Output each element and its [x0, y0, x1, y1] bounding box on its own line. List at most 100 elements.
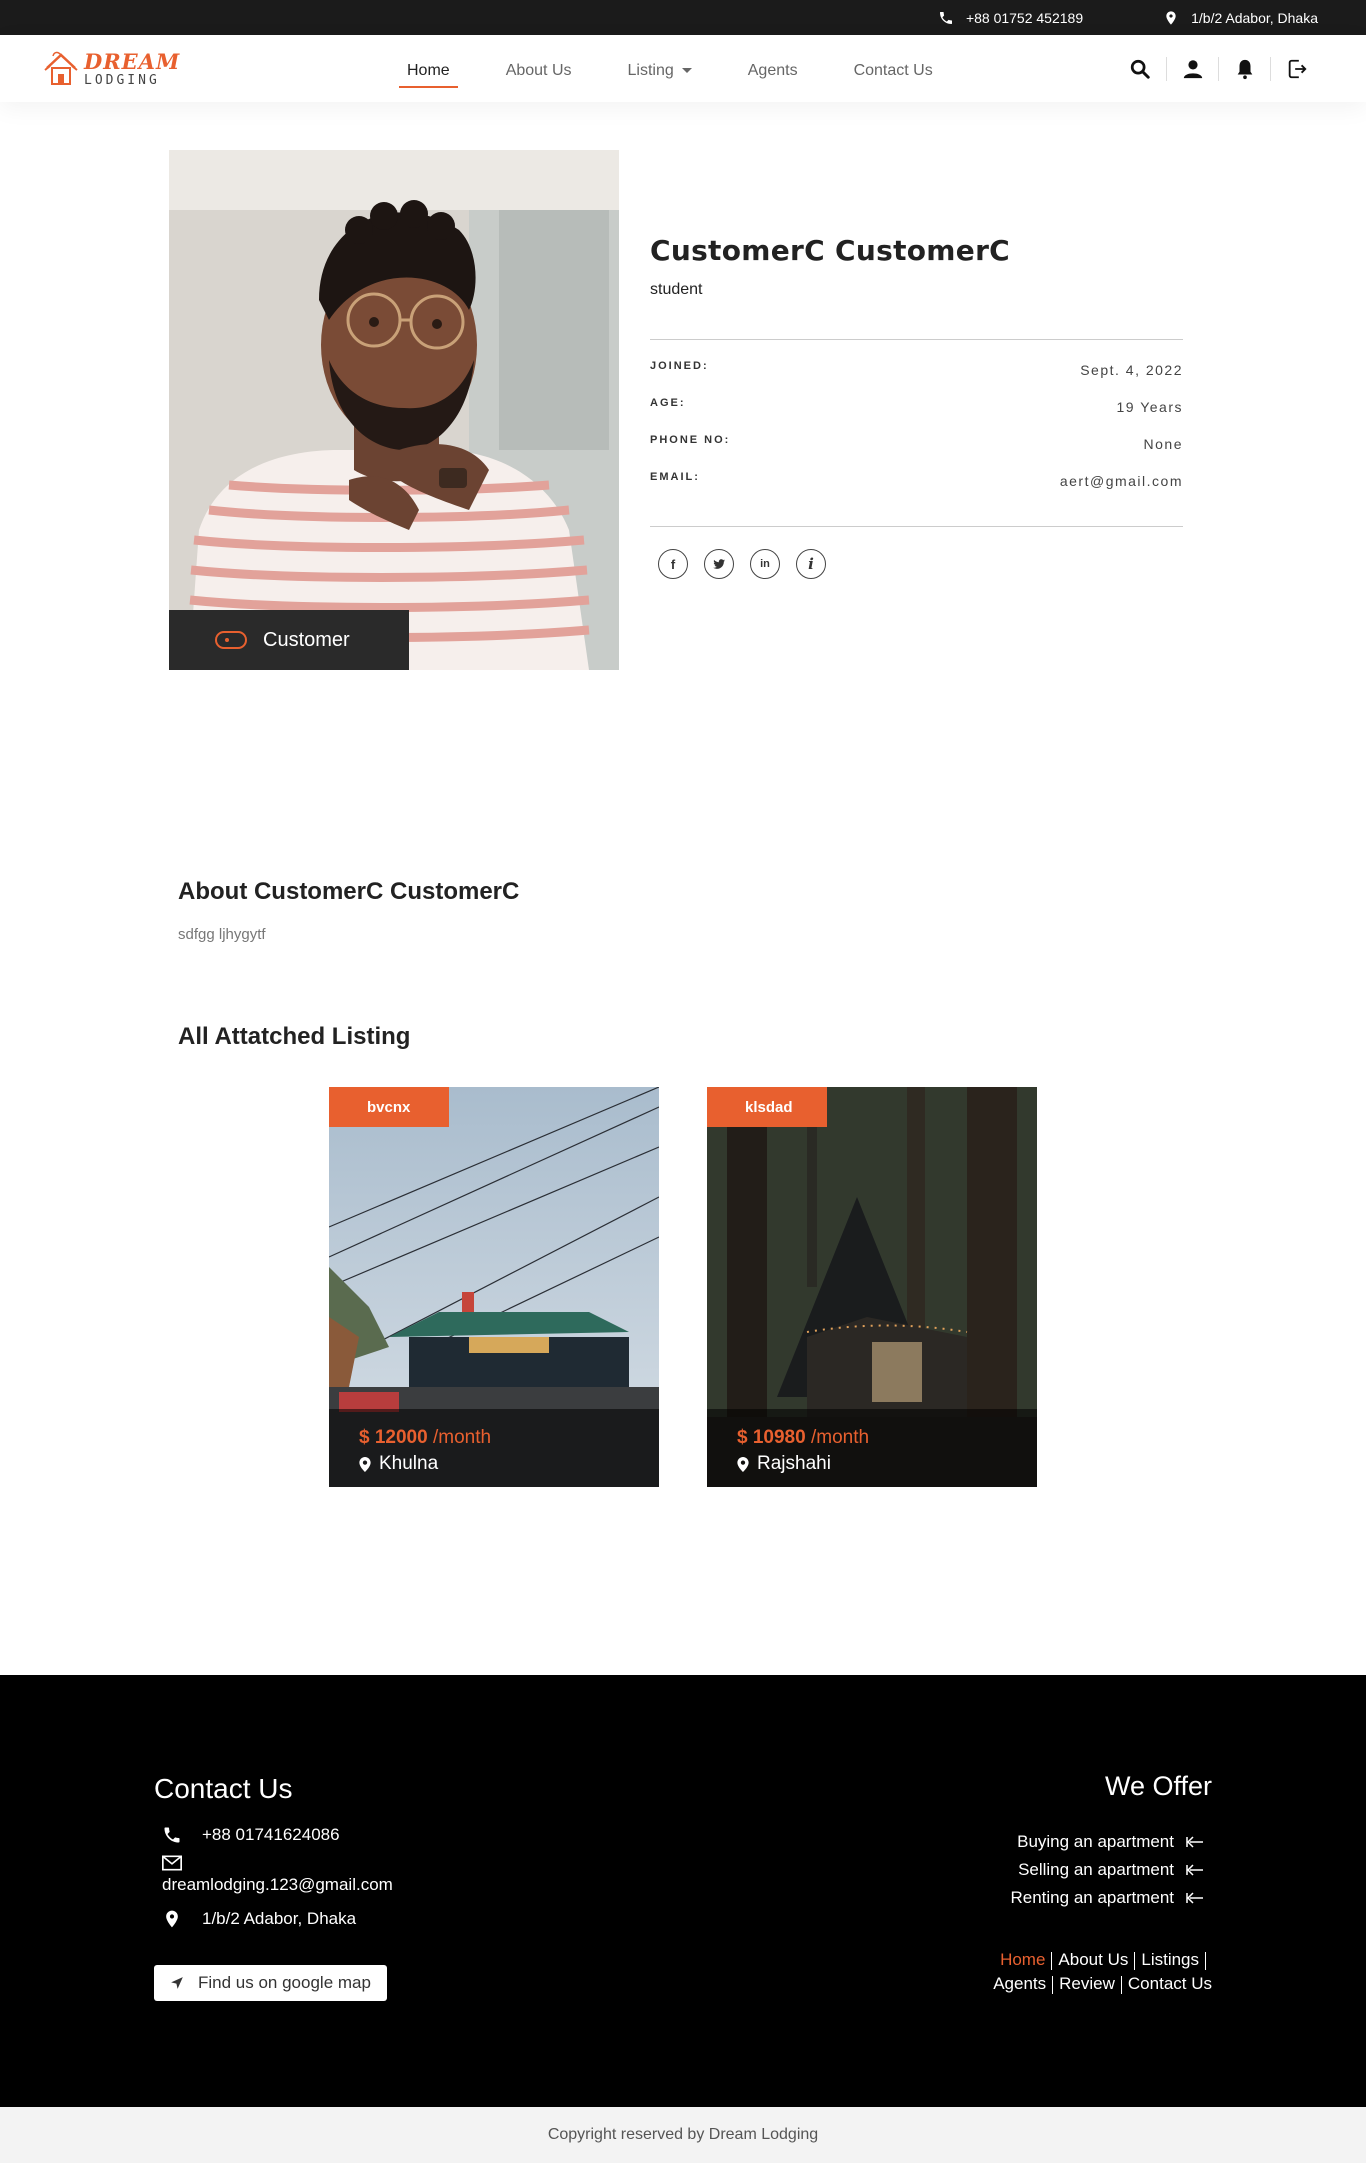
- listing-price-period: /month: [810, 1427, 870, 1448]
- joined-value: Sept. 4, 2022: [1080, 362, 1183, 378]
- profile-button[interactable]: [1166, 56, 1218, 81]
- topbar-address-text: 1/b/2 Adabor, Dhaka: [1191, 9, 1318, 26]
- nav-home[interactable]: Home: [399, 40, 458, 98]
- caret-down-icon: [681, 67, 692, 73]
- google-map-button-label: Find us on google map: [198, 1973, 371, 1992]
- footer-email: dreamlodging.123@gmail.com: [154, 1855, 393, 1895]
- nav-icon-group: [1114, 56, 1322, 81]
- user-icon: [1183, 59, 1202, 78]
- topbar-phone-text: +88 01752 452189: [965, 9, 1084, 26]
- search-icon: [1130, 59, 1150, 79]
- footer-phone-text: +88 01741624086: [202, 1825, 340, 1844]
- notifications-button[interactable]: [1218, 56, 1270, 81]
- arrow-left-icon: [1186, 1836, 1203, 1848]
- listing-price: $ 10980 /month: [737, 1427, 1037, 1449]
- phone-icon: [939, 11, 952, 24]
- logo[interactable]: DREAM LODGING: [44, 50, 399, 88]
- location-pin-icon: [737, 1456, 749, 1472]
- listing-card[interactable]: klsdad $ 10980 /month Rajshahi: [707, 1087, 1037, 1487]
- facebook-icon[interactable]: f: [658, 549, 688, 579]
- role-badge-label: Customer: [263, 628, 350, 651]
- topbar-phone: +88 01752 452189: [938, 10, 1083, 26]
- footer-offer-title: We Offer: [1104, 1771, 1212, 1801]
- bell-icon: [1237, 59, 1252, 79]
- email-label: EMAIL:: [650, 471, 700, 483]
- nav-about[interactable]: About Us: [498, 40, 580, 98]
- divider: [1205, 1951, 1206, 1970]
- divider: [1051, 1951, 1053, 1970]
- age-value: 19 Years: [1116, 399, 1183, 415]
- nav-listing-label: Listing: [627, 61, 674, 79]
- listing-location: Rajshahi: [737, 1453, 1037, 1475]
- footer-link-about[interactable]: About Us: [1058, 1950, 1128, 1969]
- footer-links: Home About Us Listings Agents Review Contact…: [993, 1948, 1212, 1996]
- footer-contact: Contact Us +88 01741624086 dreamlodging.…: [154, 1773, 393, 2001]
- envelope-icon: [162, 1855, 182, 1871]
- info-icon[interactable]: i: [796, 549, 826, 579]
- profile-info: CustomerC CustomerC student JOINED: Sept…: [650, 234, 1183, 579]
- footer-phone: +88 01741624086: [154, 1825, 393, 1845]
- detail-row-email: EMAIL: aert@gmail.com: [650, 471, 1183, 508]
- copyright-bar: Copyright reserved by Dream Lodging: [0, 2107, 1366, 2163]
- footer-address-text: 1/b/2 Adabor, Dhaka: [202, 1909, 357, 1928]
- listings-section: All Attatched Listing bvcnx $ 12000 /mon…: [0, 1023, 1366, 1487]
- arrow-left-icon: [1186, 1864, 1203, 1876]
- offer-item[interactable]: Buying an apartment: [993, 1832, 1204, 1852]
- location-pin-icon: [359, 1456, 371, 1472]
- footer-link-contact[interactable]: Contact Us: [1128, 1974, 1212, 1993]
- profile-photo: Customer: [169, 150, 619, 670]
- offer-item-label: Buying an apartment: [1017, 1832, 1174, 1851]
- linkedin-icon[interactable]: in: [750, 549, 780, 579]
- footer-link-review[interactable]: Review: [1059, 1974, 1115, 1993]
- listing-card[interactable]: bvcnx $ 12000 /month Khulna: [329, 1087, 659, 1487]
- offer-item[interactable]: Renting an apartment: [993, 1888, 1204, 1908]
- detail-row-age: AGE: 19 Years: [650, 397, 1183, 434]
- portrait-image: [169, 150, 619, 670]
- listing-price: $ 12000 /month: [359, 1427, 659, 1449]
- footer-email-text: dreamlodging.123@gmail.com: [162, 1875, 393, 1894]
- twitter-bird-icon: [713, 559, 726, 569]
- phone-value: None: [1143, 436, 1183, 452]
- listing-location-text: Rajshahi: [757, 1453, 831, 1474]
- listing-price-period: /month: [432, 1427, 492, 1448]
- toggle-icon: [215, 631, 247, 649]
- listing-info: $ 12000 /month Khulna: [329, 1409, 659, 1487]
- footer-offers: We Offer Buying an apartment Selling an …: [993, 1771, 1212, 1996]
- email-value: aert@gmail.com: [1059, 473, 1183, 489]
- search-button[interactable]: [1114, 57, 1166, 81]
- listing-location-text: Khulna: [379, 1453, 439, 1474]
- footer-link-listings[interactable]: Listings: [1141, 1950, 1199, 1969]
- phone-label: PHONE NO:: [650, 434, 731, 446]
- logout-button[interactable]: [1270, 56, 1322, 81]
- arrow-left-icon: [1186, 1892, 1203, 1904]
- logo-text-dream: DREAM: [84, 48, 181, 74]
- divider: [650, 526, 1183, 527]
- about-section: About CustomerC CustomerC sdfgg ljhygytf: [0, 878, 1366, 943]
- nav-agents[interactable]: Agents: [740, 40, 806, 98]
- listing-tag: bvcnx: [329, 1087, 449, 1127]
- footer-link-agents[interactable]: Agents: [993, 1974, 1046, 1993]
- phone-icon: [164, 1827, 180, 1843]
- divider: [1052, 1975, 1054, 1994]
- about-text: sdfgg ljhygytf: [178, 926, 266, 943]
- listing-price-amount: $ 12000: [359, 1427, 428, 1448]
- location-pin-icon: [166, 1910, 178, 1928]
- profile-details: JOINED: Sept. 4, 2022 AGE: 19 Years PHON…: [650, 340, 1183, 526]
- offer-item-label: Selling an apartment: [1018, 1860, 1174, 1879]
- nav-contact[interactable]: Contact Us: [846, 40, 941, 98]
- twitter-icon[interactable]: [704, 549, 734, 579]
- listing-cards: bvcnx $ 12000 /month Khulna klsdad $ 109…: [329, 1087, 1366, 1487]
- divider: [1134, 1951, 1136, 1970]
- footer-address: 1/b/2 Adabor, Dhaka: [154, 1909, 393, 1929]
- house-logo-icon: [44, 51, 78, 85]
- top-info-bar: +88 01752 452189 1/b/2 Adabor, Dhaka: [0, 0, 1366, 35]
- location-pin-icon: [1166, 10, 1176, 25]
- nav-listing-dropdown[interactable]: Listing: [620, 40, 700, 98]
- age-label: AGE:: [650, 397, 686, 409]
- copyright-text: Copyright reserved by Dream Lodging: [547, 2126, 819, 2143]
- google-map-button[interactable]: Find us on google map: [154, 1965, 387, 2001]
- footer-link-home[interactable]: Home: [1000, 1950, 1045, 1969]
- topbar-address: 1/b/2 Adabor, Dhaka: [1163, 10, 1318, 26]
- offer-item[interactable]: Selling an apartment: [993, 1860, 1204, 1880]
- logo-text-lodging: LODGING: [84, 72, 160, 88]
